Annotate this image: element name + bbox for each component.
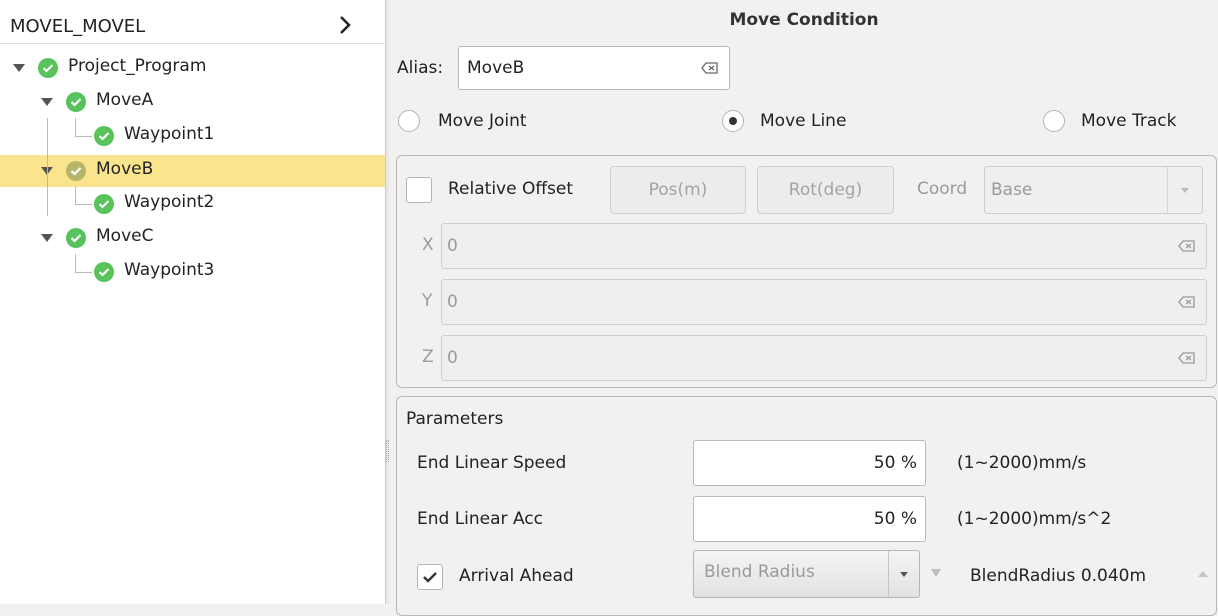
tree-item-waypoint1[interactable]: Waypoint1 <box>0 120 385 152</box>
tree-item-label: Waypoint1 <box>124 124 215 144</box>
end-linear-speed-input[interactable]: 50 % <box>693 440 926 486</box>
z-value: 0 <box>447 348 458 368</box>
check-circle-icon <box>38 58 58 78</box>
tree-item-movec[interactable]: MoveC <box>0 222 385 254</box>
tree-connector <box>75 254 76 272</box>
blend-radius-value: Blend Radius <box>704 562 815 582</box>
end-linear-speed-label: End Linear Speed <box>417 453 567 473</box>
tree-item-waypoint2[interactable]: Waypoint2 <box>0 188 385 220</box>
z-label: Z <box>422 347 434 367</box>
alias-value: MoveB <box>467 58 525 78</box>
check-circle-icon <box>66 228 86 248</box>
x-input[interactable]: 0 <box>441 223 1207 269</box>
move-line-option[interactable]: Move Line <box>722 110 846 132</box>
tree-connector <box>75 204 92 205</box>
relative-offset-checkbox[interactable] <box>406 177 432 203</box>
tree-item-project-program[interactable]: Project_Program <box>0 52 385 84</box>
move-joint-radio[interactable] <box>398 110 420 132</box>
move-joint-label: Move Joint <box>438 111 527 131</box>
arrival-ahead-label: Arrival Ahead <box>459 566 574 586</box>
y-value: 0 <box>447 292 458 312</box>
tree-header: MOVEL_MOVEL <box>0 10 385 44</box>
caret-down-icon[interactable] <box>41 98 53 106</box>
acc-range-label: (1~2000)mm/s^2 <box>957 509 1112 529</box>
move-joint-option[interactable]: Move Joint <box>398 110 527 132</box>
program-tree-panel: MOVEL_MOVEL Project_Program MoveA Waypoi… <box>0 0 385 604</box>
tree-item-movea[interactable]: MoveA <box>0 86 385 118</box>
x-value: 0 <box>447 236 458 256</box>
x-label: X <box>422 235 434 255</box>
speed-range-label: (1~2000)mm/s <box>957 453 1087 473</box>
end-linear-acc-label: End Linear Acc <box>417 509 543 529</box>
clear-icon[interactable] <box>1178 296 1196 308</box>
check-circle-icon <box>94 262 114 282</box>
chevron-down-icon[interactable] <box>1167 167 1202 213</box>
tree-connector <box>75 186 76 204</box>
y-input[interactable]: 0 <box>441 279 1207 325</box>
tree-connector <box>75 136 92 137</box>
tree-item-moveb[interactable]: MoveB <box>0 155 385 187</box>
blend-radius-select[interactable]: Blend Radius <box>693 550 920 598</box>
relative-offset-label: Relative Offset <box>448 179 574 199</box>
alias-label: Alias: <box>397 58 444 78</box>
tree-title: MOVEL_MOVEL <box>10 16 146 37</box>
tree-item-label: Waypoint3 <box>124 260 215 280</box>
move-track-radio[interactable] <box>1043 110 1065 132</box>
end-linear-acc-value: 50 % <box>873 509 917 529</box>
move-track-option[interactable]: Move Track <box>1043 110 1176 132</box>
y-label: Y <box>422 291 433 311</box>
check-circle-icon <box>66 161 86 181</box>
tree-connector <box>47 118 48 216</box>
tree-item-waypoint3[interactable]: Waypoint3 <box>0 256 385 288</box>
move-track-label: Move Track <box>1081 111 1177 131</box>
move-condition-title: Move Condition <box>729 10 879 30</box>
end-linear-speed-value: 50 % <box>873 453 917 473</box>
chevron-right-icon[interactable] <box>332 12 358 38</box>
blend-radius-readout: BlendRadius 0.040m <box>970 566 1147 586</box>
pos-button[interactable]: Pos(m) <box>610 166 746 214</box>
clear-icon[interactable] <box>1178 352 1196 364</box>
checkmark-icon <box>423 572 437 583</box>
tree-item-label: Project_Program <box>68 56 207 76</box>
check-circle-icon <box>94 194 114 214</box>
move-line-radio[interactable] <box>722 110 744 132</box>
check-circle-icon <box>94 126 114 146</box>
panel-splitter[interactable] <box>385 0 389 604</box>
collapse-down-icon[interactable] <box>930 568 942 578</box>
arrival-ahead-checkbox[interactable] <box>417 564 443 590</box>
scroll-up-icon[interactable] <box>1197 570 1209 578</box>
splitter-grip[interactable] <box>386 440 389 462</box>
coord-select[interactable]: Base <box>984 166 1203 214</box>
tree-item-label: MoveC <box>96 226 154 246</box>
alias-input[interactable]: MoveB <box>458 46 730 90</box>
tree-item-label: MoveA <box>96 90 154 110</box>
rot-button[interactable]: Rot(deg) <box>757 166 894 214</box>
tree-item-label: MoveB <box>96 159 154 179</box>
radio-selected-dot <box>729 117 737 125</box>
coord-value: Base <box>991 180 1033 200</box>
caret-down-icon[interactable] <box>13 64 25 72</box>
move-line-label: Move Line <box>760 111 847 131</box>
tree-connector <box>75 118 76 136</box>
coord-label: Coord <box>917 179 968 199</box>
caret-down-icon[interactable] <box>41 234 53 242</box>
z-input[interactable]: 0 <box>441 335 1207 381</box>
clear-icon[interactable] <box>701 62 719 74</box>
clear-icon[interactable] <box>1178 240 1196 252</box>
check-circle-icon <box>66 92 86 112</box>
chevron-down-icon[interactable] <box>888 551 919 597</box>
tree-connector <box>75 272 92 273</box>
end-linear-acc-input[interactable]: 50 % <box>693 496 926 542</box>
parameters-title: Parameters <box>406 409 504 429</box>
tree-item-label: Waypoint2 <box>124 192 215 212</box>
